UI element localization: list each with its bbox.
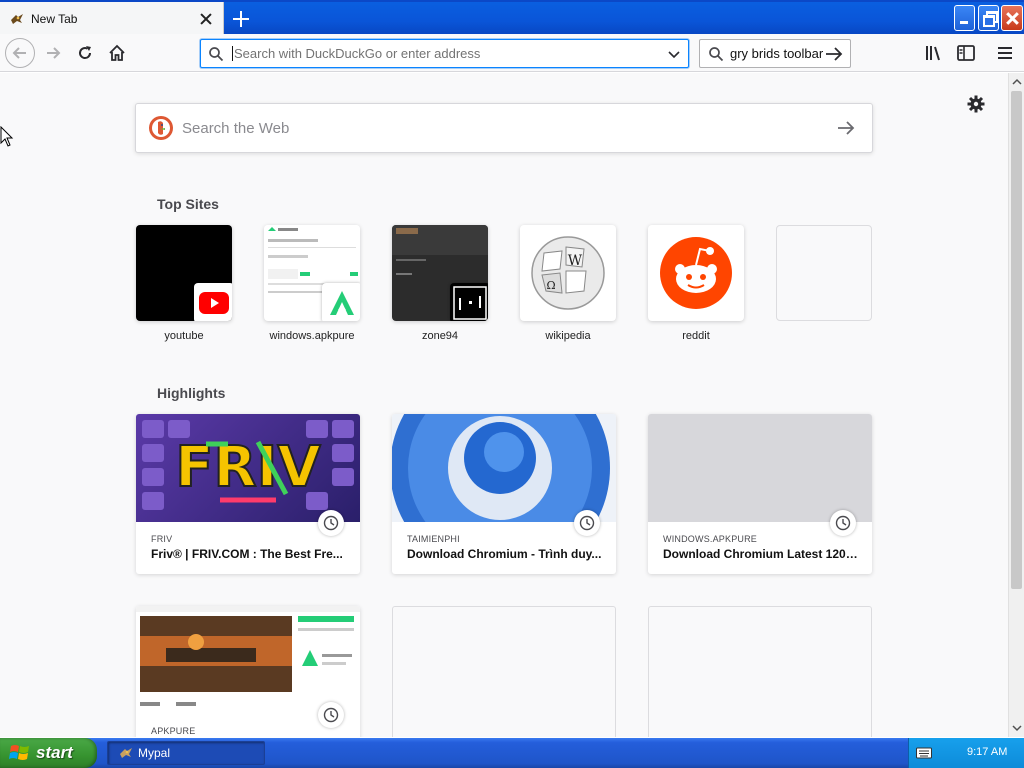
start-button[interactable]: start	[0, 738, 97, 768]
back-button[interactable]	[5, 38, 35, 68]
top-site-youtube[interactable]: youtube	[136, 225, 232, 342]
address-input[interactable]	[232, 46, 666, 61]
highlights-heading: Highlights	[157, 385, 226, 401]
sidebar-icon[interactable]	[955, 42, 977, 64]
youtube-icon	[194, 283, 232, 321]
top-site-wikipedia[interactable]: W Ω wikipedia	[520, 225, 616, 342]
reddit-icon	[660, 237, 732, 309]
forward-arrow-icon	[47, 47, 61, 59]
highlight-card-apkpure[interactable]: APKPURE	[136, 606, 360, 737]
top-site-reddit[interactable]: reddit	[648, 225, 744, 342]
top-site-windows-apkpure[interactable]: windows.apkpure	[264, 225, 360, 342]
library-icon[interactable]	[923, 42, 945, 64]
mypal-icon	[120, 748, 132, 758]
duckduckgo-icon	[149, 116, 173, 140]
restore-button[interactable]	[978, 5, 999, 31]
site-label: windows.apkpure	[269, 330, 355, 342]
highlight-source: FRIV	[151, 534, 173, 544]
new-tab-page: Top Sites youtube	[0, 73, 1008, 737]
highlight-title: Friv® | FRIV.COM : The Best Fre...	[151, 547, 343, 561]
highlight-empty-slot	[648, 606, 872, 737]
scrollbar-thumb[interactable]	[1011, 91, 1022, 589]
mouse-cursor-icon	[0, 126, 14, 147]
search-bar[interactable]: gry brids toolbar	[699, 39, 851, 68]
site-thumbnail	[648, 225, 744, 321]
site-thumbnail	[136, 225, 232, 321]
site-label: reddit	[682, 330, 710, 342]
highlight-source: APKPURE	[151, 726, 196, 736]
back-arrow-icon	[12, 47, 26, 59]
top-sites-heading: Top Sites	[157, 196, 219, 212]
web-search-box[interactable]	[135, 103, 873, 153]
close-window-button[interactable]	[1001, 5, 1023, 31]
tab-new-tab[interactable]: New Tab	[0, 2, 224, 36]
web-search-input[interactable]	[182, 119, 836, 137]
svg-text:Ω: Ω	[546, 279, 555, 292]
clock-icon	[318, 702, 344, 728]
keyboard-icon[interactable]	[916, 746, 932, 760]
site-thumbnail: W Ω	[520, 225, 616, 321]
clock-time[interactable]: 9:17 AM	[967, 746, 1007, 758]
search-submit-arrow-icon[interactable]	[836, 118, 856, 138]
home-icon	[109, 44, 125, 61]
system-tray: 9:17 AM	[908, 738, 1024, 768]
site-thumbnail	[392, 225, 488, 321]
reload-icon	[79, 46, 92, 59]
scroll-up-icon[interactable]	[1011, 76, 1023, 88]
highlight-thumbnail-placeholder	[648, 414, 872, 522]
home-button[interactable]	[102, 38, 132, 68]
zone94-icon	[450, 283, 488, 321]
highlight-card-windows-apkpure[interactable]: WINDOWS.APKPURE Download Chromium Latest…	[648, 414, 872, 574]
taskbar: start Mypal 9:17 AM	[0, 738, 1024, 768]
clock-icon	[830, 510, 856, 536]
highlight-title: Download Chromium - Trình duy...	[407, 547, 602, 561]
wikipedia-globe-icon: W Ω	[531, 236, 605, 310]
windows-flag-icon	[9, 745, 29, 760]
top-site-empty-slot[interactable]	[776, 225, 872, 321]
site-label: zone94	[421, 330, 459, 342]
title-bar: New Tab	[0, 0, 1024, 36]
svg-text:FRIV: FRIV	[175, 435, 321, 500]
new-tab-button[interactable]	[228, 6, 254, 32]
vertical-scrollbar[interactable]	[1008, 73, 1024, 737]
highlight-source: TAIMIENPHI	[407, 534, 460, 544]
forward-button[interactable]	[38, 38, 68, 68]
reload-button[interactable]	[70, 38, 100, 68]
highlight-empty-slot	[392, 606, 616, 737]
close-tab-icon[interactable]	[198, 11, 214, 27]
clock-icon	[574, 510, 600, 536]
highlight-thumbnail: FRIV	[136, 414, 360, 522]
taskbar-item-label: Mypal	[138, 746, 171, 760]
chromium-logo-icon	[392, 414, 610, 522]
highlight-title: Download Chromium Latest 120....	[663, 547, 859, 561]
go-arrow-icon[interactable]	[824, 46, 844, 62]
highlight-card-taimienphi[interactable]: TAIMIENPHI Download Chromium - Trình duy…	[392, 414, 616, 574]
search-icon	[209, 46, 224, 61]
tab-title: New Tab	[31, 12, 78, 26]
site-thumbnail-placeholder	[776, 225, 872, 321]
top-site-zone94[interactable]: zone94	[392, 225, 488, 342]
url-bar[interactable]	[200, 39, 689, 68]
clock-icon	[318, 510, 344, 536]
site-label: youtube	[164, 330, 204, 342]
start-label: start	[36, 743, 73, 762]
chevron-down-icon[interactable]	[666, 46, 682, 62]
highlight-source: WINDOWS.APKPURE	[663, 534, 758, 544]
hamburger-menu-icon[interactable]	[994, 42, 1016, 64]
site-label: wikipedia	[545, 330, 591, 342]
apkpure-icon	[322, 283, 360, 321]
site-thumbnail	[264, 225, 360, 321]
navigation-toolbar: gry brids toolbar	[0, 34, 1024, 72]
svg-text:W: W	[568, 253, 583, 269]
highlight-card-friv[interactable]: FRIV FRIV Friv® | FRIV.COM : The Best Fr…	[136, 414, 360, 574]
highlight-thumbnail	[392, 414, 616, 522]
minimize-button[interactable]	[954, 5, 975, 31]
scroll-down-icon[interactable]	[1011, 722, 1023, 734]
gear-icon[interactable]	[966, 94, 986, 114]
highlight-thumbnail	[136, 606, 360, 714]
search-bar-value[interactable]: gry brids toolbar	[730, 46, 824, 61]
mypal-icon	[11, 14, 23, 24]
taskbar-item-mypal[interactable]: Mypal	[107, 741, 265, 765]
search-icon	[709, 46, 724, 61]
